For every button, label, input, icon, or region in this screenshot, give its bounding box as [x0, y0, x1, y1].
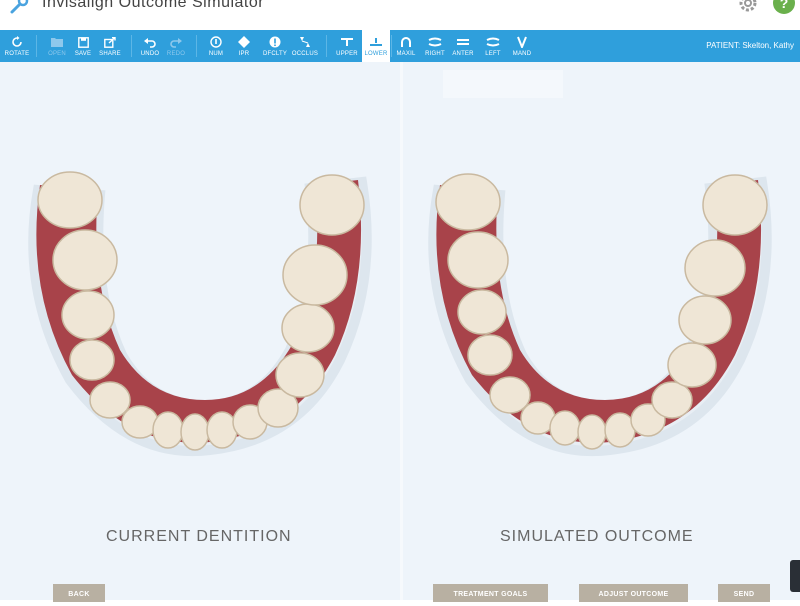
num-button[interactable]: NUM	[204, 30, 228, 62]
save-button[interactable]: SAVE	[71, 30, 95, 62]
redo-button[interactable]: REDO	[164, 30, 188, 62]
simulated-outcome-label: SIMULATED OUTCOME	[500, 528, 694, 545]
undo-button[interactable]: UNDO	[138, 30, 162, 62]
right-view-button[interactable]: RIGHT	[422, 30, 448, 62]
num-label: NUM	[208, 51, 224, 57]
ipr-button[interactable]: IPR	[232, 30, 256, 62]
left-view-icon	[486, 37, 500, 47]
rotate-icon	[12, 36, 22, 47]
redo-label: REDO	[166, 51, 186, 57]
save-icon	[77, 36, 89, 48]
share-label: SHARE	[99, 51, 121, 57]
current-dentition-arch[interactable]	[10, 160, 395, 460]
mand-button[interactable]: MAND	[508, 30, 536, 62]
diamond-icon	[238, 36, 250, 48]
occlus-button[interactable]: OCCLUS	[290, 30, 320, 62]
left-view-button[interactable]: LEFT	[480, 30, 506, 62]
save-label: SAVE	[74, 51, 92, 57]
maxil-button[interactable]: MAXIL	[393, 30, 419, 62]
toolbar-separator	[196, 35, 197, 57]
back-button[interactable]: BACK	[53, 584, 105, 602]
undo-icon	[144, 37, 156, 48]
upper-jaw-icon	[341, 38, 353, 46]
adjust-outcome-button[interactable]: ADJUST OUTCOME	[579, 584, 688, 602]
lower-button[interactable]: LOWER	[362, 30, 390, 62]
undo-label: UNDO	[140, 51, 160, 57]
pane-tab-placeholder	[443, 70, 563, 98]
toolbar-separator	[326, 35, 327, 57]
info-icon	[210, 36, 222, 48]
lower-label: LOWER	[364, 51, 388, 57]
upper-button[interactable]: UPPER	[333, 30, 361, 62]
maxillary-icon	[401, 37, 411, 47]
occlus-label: OCCLUS	[291, 51, 319, 57]
ipr-label: IPR	[238, 51, 250, 57]
side-panel-handle[interactable]	[790, 560, 800, 592]
treatment-goals-button[interactable]: TREATMENT GOALS	[433, 584, 548, 602]
toolbar-separator	[131, 35, 132, 57]
wrench-icon	[10, 0, 29, 14]
main-toolbar: ROTATE OPEN SAVE SHARE UNDO REDO NUM IPR…	[0, 30, 800, 62]
left-label: LEFT	[485, 51, 501, 57]
current-dentition-label: CURRENT DENTITION	[106, 528, 292, 545]
rotate-button[interactable]: ROTATE	[2, 30, 32, 62]
open-label: OPEN	[48, 51, 66, 57]
toolbar-separator	[391, 35, 392, 57]
share-icon	[104, 36, 116, 48]
app-title: Invisalign Outcome Simulator	[42, 0, 265, 11]
rotate-label: ROTATE	[4, 51, 30, 57]
occlusion-icon	[300, 37, 310, 47]
anterior-view-icon	[457, 39, 469, 45]
gear-icon[interactable]	[737, 0, 759, 14]
redo-icon	[170, 37, 182, 48]
title-bar: Invisalign Outcome Simulator ?	[0, 0, 800, 30]
simulated-outcome-arch[interactable]	[410, 160, 795, 460]
right-label: RIGHT	[425, 51, 445, 57]
right-view-icon	[428, 37, 442, 47]
anter-label: ANTER	[452, 51, 474, 57]
share-button[interactable]: SHARE	[96, 30, 124, 62]
mand-label: MAND	[512, 51, 532, 57]
toolbar-separator	[36, 35, 37, 57]
open-button[interactable]: OPEN	[44, 30, 70, 62]
alert-icon	[269, 36, 281, 48]
mandibular-icon	[517, 36, 527, 48]
anter-button[interactable]: ANTER	[450, 30, 476, 62]
upper-label: UPPER	[336, 51, 358, 57]
send-button[interactable]: SEND	[718, 584, 770, 602]
help-icon[interactable]: ?	[773, 0, 795, 14]
dfclty-label: DFCLTY	[262, 51, 288, 57]
lower-jaw-icon	[370, 38, 382, 46]
folder-icon	[51, 38, 63, 47]
dfclty-button[interactable]: DFCLTY	[260, 30, 290, 62]
maxil-label: MAXIL	[396, 51, 416, 57]
patient-name: PATIENT: Skelton, Kathy	[706, 41, 794, 50]
